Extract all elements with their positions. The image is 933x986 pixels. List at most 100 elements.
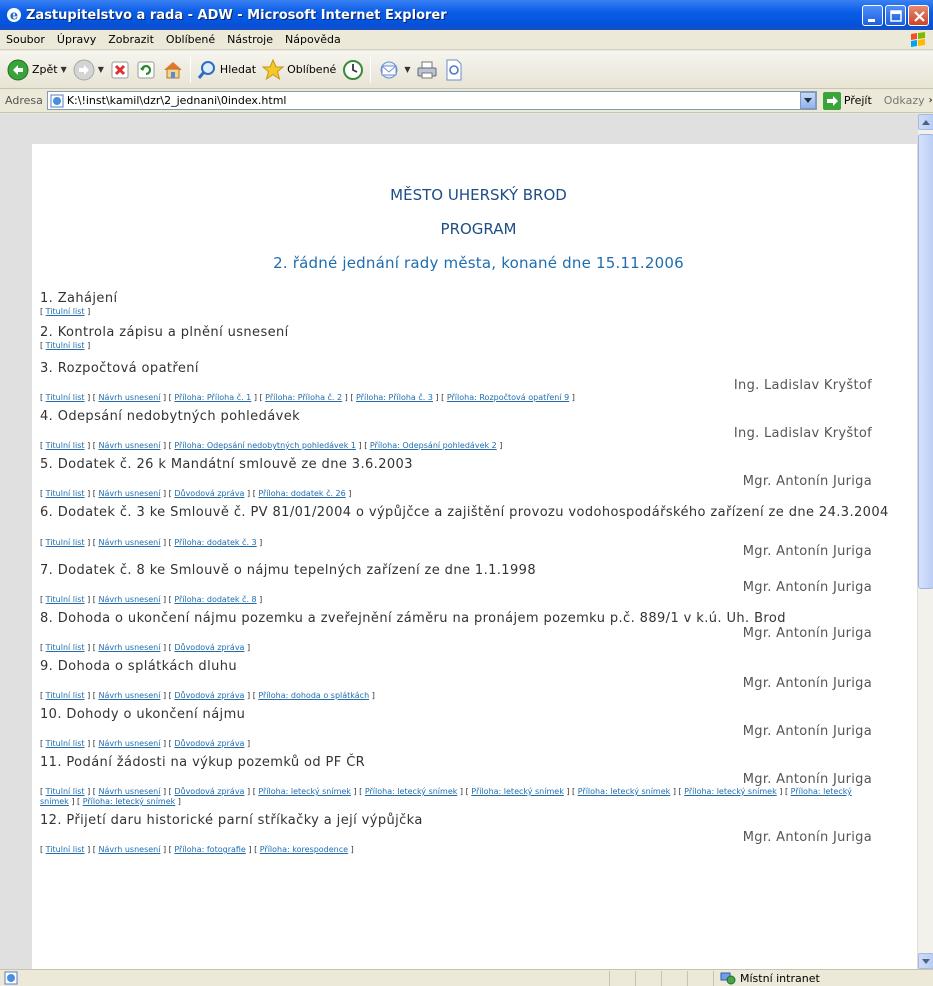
agenda-link[interactable]: Důvodová zpráva bbox=[174, 739, 244, 748]
agenda-item: 3. Rozpočtová opatření Ing. Ladislav Kryš… bbox=[40, 360, 917, 408]
agenda-link[interactable]: Návrh usnesení bbox=[98, 393, 160, 402]
search-button[interactable]: Hledat bbox=[194, 55, 259, 85]
agenda-link[interactable]: Příloha: Příloha č. 2 bbox=[265, 393, 342, 402]
mail-button[interactable]: ▼ bbox=[374, 55, 413, 85]
refresh-button[interactable] bbox=[133, 55, 159, 85]
agenda-link[interactable]: Příloha: dodatek č. 3 bbox=[174, 538, 256, 547]
agenda-link[interactable]: Důvodová zpráva bbox=[174, 787, 244, 796]
forward-dropdown-icon[interactable]: ▼ bbox=[98, 65, 104, 74]
agenda-item-links: [ Titulní list ] [ Návrh usnesení ] [ Dů… bbox=[40, 489, 352, 498]
links-chevron-icon[interactable]: › bbox=[929, 95, 933, 106]
agenda-link[interactable]: Návrh usnesení bbox=[98, 441, 160, 450]
program-heading: PROGRAM bbox=[440, 220, 517, 238]
menu-soubor[interactable]: Soubor bbox=[0, 33, 51, 46]
agenda-link[interactable]: Příloha: letecký snímek bbox=[684, 787, 777, 796]
maximize-button[interactable] bbox=[885, 4, 906, 26]
minimize-button[interactable] bbox=[862, 4, 883, 26]
address-input[interactable]: K:\!inst\kamil\dzr\2_jednani\0index.html bbox=[46, 91, 817, 110]
status-cell bbox=[661, 970, 687, 986]
agenda-link[interactable]: Titulní list bbox=[46, 489, 85, 498]
agenda-link[interactable]: Titulní list bbox=[46, 643, 85, 652]
agenda-item-presenter: Ing. Ladislav Kryštof bbox=[733, 426, 872, 441]
forward-arrow-icon bbox=[73, 59, 95, 80]
back-dropdown-icon[interactable]: ▼ bbox=[61, 65, 67, 74]
agenda-item-links: [ Titulní list ] bbox=[40, 307, 91, 316]
scroll-down-button[interactable] bbox=[918, 953, 933, 969]
agenda-link[interactable]: Návrh usnesení bbox=[98, 691, 160, 700]
menu-oblibene[interactable]: Oblíbené bbox=[160, 33, 221, 46]
agenda-link[interactable]: Příloha: dodatek č. 8 bbox=[174, 595, 256, 604]
agenda-item-presenter: Mgr. Antonín Juriga bbox=[742, 626, 872, 641]
agenda-link[interactable]: Titulní list bbox=[46, 393, 85, 402]
agenda-link[interactable]: Titulní list bbox=[46, 845, 85, 854]
menu-napoveda[interactable]: Nápověda bbox=[279, 33, 347, 46]
agenda-link[interactable]: Návrh usnesení bbox=[98, 739, 160, 748]
agenda-link[interactable]: Návrh usnesení bbox=[98, 538, 160, 547]
agenda-item-links: [ Titulní list ] [ Návrh usnesení ] [ Př… bbox=[40, 595, 263, 604]
agenda-link[interactable]: Příloha: letecký snímek bbox=[365, 787, 458, 796]
agenda-link[interactable]: Titulní list bbox=[46, 341, 85, 350]
agenda-link[interactable]: Titulní list bbox=[46, 538, 85, 547]
agenda-item: 11. Podání žádosti na výkup pozemků od P… bbox=[40, 754, 917, 812]
scroll-thumb[interactable] bbox=[918, 134, 933, 589]
agenda-link[interactable]: Titulní list bbox=[46, 595, 85, 604]
title-bar: e Zastupitelstvo a rada - ADW - Microsof… bbox=[0, 0, 933, 30]
agenda-link[interactable]: Příloha: Příloha č. 3 bbox=[356, 393, 433, 402]
agenda-link[interactable]: Důvodová zpráva bbox=[174, 691, 244, 700]
back-arrow-icon bbox=[7, 59, 29, 80]
mail-dropdown-icon[interactable]: ▼ bbox=[404, 65, 410, 74]
close-button[interactable] bbox=[908, 4, 929, 26]
agenda-link[interactable]: Příloha: letecký snímek bbox=[471, 787, 564, 796]
menu-upravy[interactable]: Úpravy bbox=[51, 33, 102, 46]
agenda-link[interactable]: Titulní list bbox=[46, 739, 85, 748]
edit-button[interactable] bbox=[441, 55, 467, 85]
agenda-link[interactable]: Příloha: fotografie bbox=[174, 845, 246, 854]
agenda-link[interactable]: Návrh usnesení bbox=[98, 489, 160, 498]
print-button[interactable] bbox=[413, 55, 441, 85]
agenda-link[interactable]: Příloha: Odepsání nedobytných pohledávek… bbox=[174, 441, 356, 450]
agenda-link[interactable]: Důvodová zpráva bbox=[174, 643, 244, 652]
go-arrow-icon bbox=[822, 91, 841, 110]
agenda-item-title: 9. Dohoda o splátkách dluhu bbox=[40, 659, 237, 674]
agenda-link[interactable]: Titulní list bbox=[46, 441, 85, 450]
agenda-link[interactable]: Návrh usnesení bbox=[98, 845, 160, 854]
stop-button[interactable] bbox=[107, 55, 133, 85]
meeting-heading: 2. řádné jednání rady města, konané dne … bbox=[273, 254, 684, 272]
agenda-link[interactable]: Návrh usnesení bbox=[98, 643, 160, 652]
forward-button[interactable]: ▼ bbox=[70, 55, 107, 85]
agenda-link[interactable]: Příloha: dohoda o splátkách bbox=[258, 691, 369, 700]
agenda-link[interactable]: Příloha: korespodence bbox=[260, 845, 348, 854]
favorites-button[interactable]: Oblíbené bbox=[259, 55, 339, 85]
agenda-link[interactable]: Důvodová zpráva bbox=[174, 489, 244, 498]
agenda-link[interactable]: Příloha: letecký snímek bbox=[83, 797, 176, 806]
agenda-link[interactable]: Příloha: letecký snímek bbox=[578, 787, 671, 796]
go-button[interactable]: Přejít bbox=[822, 91, 872, 110]
links-label[interactable]: Odkazy bbox=[884, 94, 925, 107]
agenda-link[interactable]: Příloha: Odepsání pohledávek 2 bbox=[370, 441, 497, 450]
agenda-link[interactable]: Návrh usnesení bbox=[98, 595, 160, 604]
content-viewport: MĚSTO UHERSKÝ BROD PROGRAM 2. řádné jedn… bbox=[0, 114, 917, 969]
back-button[interactable]: Zpět ▼ bbox=[4, 55, 70, 85]
agenda-link[interactable]: Příloha: letecký snímek bbox=[258, 787, 351, 796]
agenda-item-title: 11. Podání žádosti na výkup pozemků od P… bbox=[40, 755, 366, 770]
agenda-link[interactable]: Příloha: dodatek č. 26 bbox=[258, 489, 345, 498]
agenda-item: 6. Dodatek č. 3 ke Smlouvě č. PV 81/01/2… bbox=[40, 504, 917, 562]
agenda-link[interactable]: Titulní list bbox=[46, 307, 85, 316]
agenda-link[interactable]: Návrh usnesení bbox=[98, 787, 160, 796]
menu-zobrazit[interactable]: Zobrazit bbox=[102, 33, 160, 46]
address-dropdown-button[interactable] bbox=[799, 92, 816, 109]
page-status-icon bbox=[4, 971, 18, 985]
print-icon bbox=[417, 61, 437, 78]
scroll-up-button[interactable] bbox=[918, 114, 933, 130]
vertical-scrollbar[interactable] bbox=[917, 114, 933, 969]
agenda-link[interactable]: Příloha: Rozpočtová opatření 9 bbox=[447, 393, 569, 402]
home-button[interactable] bbox=[159, 55, 187, 85]
agenda-item-links: [ Titulní list ] [ Návrh usnesení ] [ Dů… bbox=[40, 691, 375, 700]
history-button[interactable] bbox=[339, 55, 367, 85]
agenda-item-presenter: Ing. Ladislav Kryštof bbox=[733, 378, 872, 393]
menu-nastroje[interactable]: Nástroje bbox=[221, 33, 279, 46]
agenda-link[interactable]: Příloha: Příloha č. 1 bbox=[174, 393, 251, 402]
agenda-link[interactable]: Titulní list bbox=[46, 787, 85, 796]
agenda-item-title: 12. Přijetí daru historické parní stříka… bbox=[40, 813, 423, 828]
agenda-link[interactable]: Titulní list bbox=[46, 691, 85, 700]
